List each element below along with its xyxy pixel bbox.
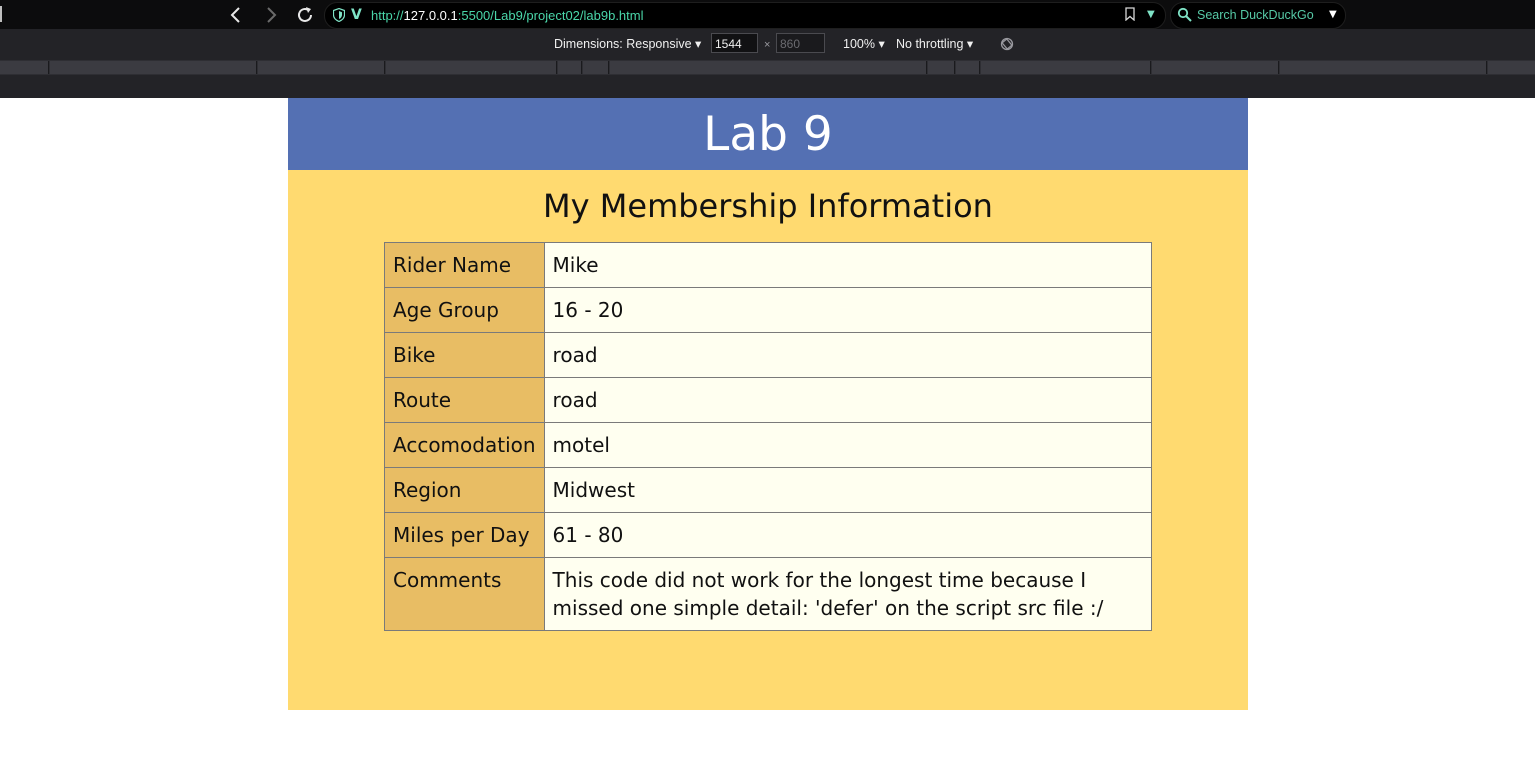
membership-table: Rider Name Mike Age Group 16 - 20 Bike r… — [384, 242, 1153, 631]
search-icon — [1177, 7, 1192, 22]
ruler-segment[interactable] — [981, 61, 1151, 74]
row-label: Accomodation — [384, 422, 545, 468]
search-placeholder[interactable]: Search DuckDuckGo — [1197, 5, 1314, 26]
section-title: My Membership Information — [543, 187, 993, 225]
vivaldi-icon: V — [351, 7, 362, 23]
page-header: Lab 9 — [288, 98, 1248, 170]
row-label: Age Group — [384, 287, 545, 333]
url-scheme: http:// — [371, 8, 404, 23]
row-label: Route — [384, 377, 545, 423]
ruler-segment[interactable] — [583, 61, 609, 74]
url-path: :5500/Lab9/project02/lab9b.html — [457, 8, 644, 23]
dropdown-icon[interactable]: ▼ — [1147, 6, 1155, 24]
search-engine-dropdown-icon[interactable]: ▼ — [1329, 6, 1337, 24]
row-value: This code did not work for the longest t… — [543, 557, 1153, 631]
forward-icon[interactable] — [260, 4, 282, 26]
toolbar-spacer — [0, 75, 1535, 98]
search-box[interactable]: Search DuckDuckGo ▼ — [1170, 2, 1346, 29]
table-row: Region Midwest — [384, 467, 1153, 513]
ruler-segment[interactable] — [386, 61, 557, 74]
times-icon: × — [764, 39, 771, 51]
breakpoint-ruler — [0, 60, 1535, 75]
table-row: Age Group 16 - 20 — [384, 287, 1153, 333]
row-value: Midwest — [543, 467, 1153, 513]
row-value: road — [543, 332, 1153, 378]
bookmark-icon[interactable] — [1125, 7, 1135, 21]
table-row: Miles per Day 61 - 80 — [384, 512, 1153, 558]
row-value: 61 - 80 — [543, 512, 1153, 558]
row-value: motel — [543, 422, 1153, 468]
height-input[interactable]: 860 — [776, 33, 825, 53]
ruler-segment[interactable] — [258, 61, 385, 74]
row-value: road — [543, 377, 1153, 423]
table-row: Rider Name Mike — [384, 242, 1153, 288]
address-bar[interactable]: V http://127.0.0.1:5500/Lab9/project02/l… — [324, 2, 1166, 29]
ruler-segment[interactable] — [1280, 61, 1487, 74]
responsive-toolbar: Dimensions: Responsive ▾ 1544 × 860 100%… — [0, 29, 1535, 60]
url-host: 127.0.0.1 — [403, 8, 458, 23]
rotate-icon[interactable] — [1000, 37, 1014, 51]
row-label: Rider Name — [384, 242, 545, 288]
ruler-segment[interactable] — [1488, 61, 1535, 74]
shield-icon[interactable] — [333, 8, 345, 22]
page-title: Lab 9 — [703, 107, 833, 162]
zoom-select[interactable]: 100% ▾ — [843, 29, 885, 60]
url-text[interactable]: http://127.0.0.1:5500/Lab9/project02/lab… — [371, 5, 644, 26]
back-icon[interactable] — [225, 4, 247, 26]
table-row: Accomodation motel — [384, 422, 1153, 468]
ruler-segment[interactable] — [928, 61, 955, 74]
ruler-segment[interactable] — [1152, 61, 1279, 74]
window-edge — [0, 6, 2, 22]
ruler-segment[interactable] — [610, 61, 927, 74]
ruler-segment[interactable] — [50, 61, 257, 74]
width-input[interactable]: 1544 — [711, 33, 758, 53]
reload-icon[interactable] — [294, 4, 316, 26]
row-value: Mike — [543, 242, 1153, 288]
zoom-label: 100% — [843, 37, 875, 51]
throttling-select[interactable]: No throttling ▾ — [896, 29, 973, 60]
page-content: Lab 9 My Membership Information Rider Na… — [288, 98, 1248, 710]
dimensions-label: Dimensions: Responsive — [554, 37, 692, 51]
ruler-segment[interactable] — [0, 61, 49, 74]
table-row: Route road — [384, 377, 1153, 423]
row-value: 16 - 20 — [543, 287, 1153, 333]
row-label: Bike — [384, 332, 545, 378]
table-row: Comments This code did not work for the … — [384, 557, 1153, 631]
throttling-label: No throttling — [896, 37, 964, 51]
browser-toolbar: V http://127.0.0.1:5500/Lab9/project02/l… — [0, 0, 1535, 29]
row-label: Region — [384, 467, 545, 513]
ruler-segment[interactable] — [558, 61, 582, 74]
row-label: Comments — [384, 557, 545, 631]
row-label: Miles per Day — [384, 512, 545, 558]
table-row: Bike road — [384, 332, 1153, 378]
ruler-segment[interactable] — [956, 61, 980, 74]
dimensions-select[interactable]: Dimensions: Responsive ▾ — [554, 29, 701, 60]
